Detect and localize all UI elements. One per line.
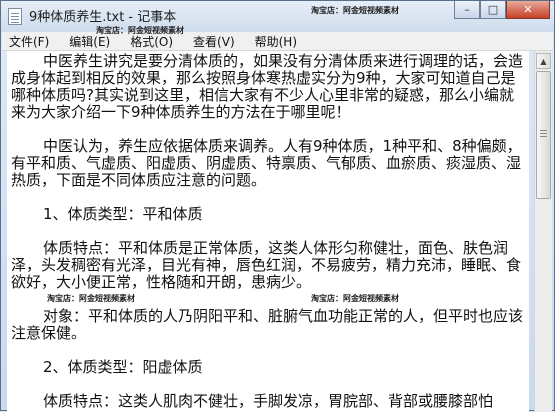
vertical-scrollbar[interactable]: ▲ xyxy=(534,51,552,412)
paragraph: 中医养生讲究是要分清体质的，如果没有分清体质来进行调理的话，会造成身体起到相反的… xyxy=(11,52,524,121)
notepad-window: 9种体质养生.txt - 记事本 淘宝店：阿金短视频素材 – □ ✕ 文件(F)… xyxy=(0,0,555,412)
document-content: 中医养生讲究是要分清体质的，如果没有分清体质来进行调理的话，会造成身体起到相反的… xyxy=(7,51,529,410)
scroll-up-arrow-icon[interactable]: ▲ xyxy=(536,53,551,69)
watermark-title: 淘宝店：阿金短视频素材 xyxy=(311,6,399,15)
menu-format[interactable]: 格式(O) xyxy=(123,33,180,50)
paragraph: 中医认为，养生应依据体质来调养。人有9种体质，1种平和、8种偏颇，有平和质、气虚… xyxy=(11,137,522,189)
text-editor[interactable]: 中医养生讲究是要分清体质的，如果没有分清体质来进行调理的话，会造成身体起到相反的… xyxy=(7,51,529,412)
paragraph: 体质特点：平和体质是正常体质，这类人体形匀称健壮，面色、肤色润泽，头发稠密有光泽… xyxy=(11,239,522,291)
paragraph: 2、体质类型：阳虚体质 xyxy=(43,358,203,376)
paragraph: 对象：平和体质的人乃阴阳平和、脏腑气血功能正常的人，但平时也应该注意保健。 xyxy=(11,307,524,342)
maximize-button[interactable]: □ xyxy=(480,1,506,19)
paragraph: 1、体质类型：平和体质 xyxy=(43,205,203,223)
menu-bar: 文件(F) 编辑(E) 格式(O) 查看(V) 帮助(H) xyxy=(2,32,553,51)
paragraph: 体质特点：这类人肌肉不健壮，手脚发凉，胃脘部、背部或腰膝部怕 xyxy=(43,392,494,410)
notepad-icon xyxy=(8,8,22,25)
menu-file[interactable]: 文件(F) xyxy=(2,33,56,50)
grip-icon xyxy=(540,130,547,131)
window-controls: – □ ✕ xyxy=(454,1,550,19)
menu-edit[interactable]: 编辑(E) xyxy=(62,33,117,50)
window-title: 9种体质养生.txt - 记事本 xyxy=(29,10,177,25)
menu-view[interactable]: 查看(V) xyxy=(186,33,242,50)
scroll-thumb[interactable] xyxy=(536,71,551,199)
menu-help[interactable]: 帮助(H) xyxy=(248,33,304,50)
title-bar[interactable]: 9种体质养生.txt - 记事本 淘宝店：阿金短视频素材 – □ ✕ xyxy=(1,1,554,32)
close-button[interactable]: ✕ xyxy=(506,1,550,19)
minimize-button[interactable]: – xyxy=(454,1,480,19)
